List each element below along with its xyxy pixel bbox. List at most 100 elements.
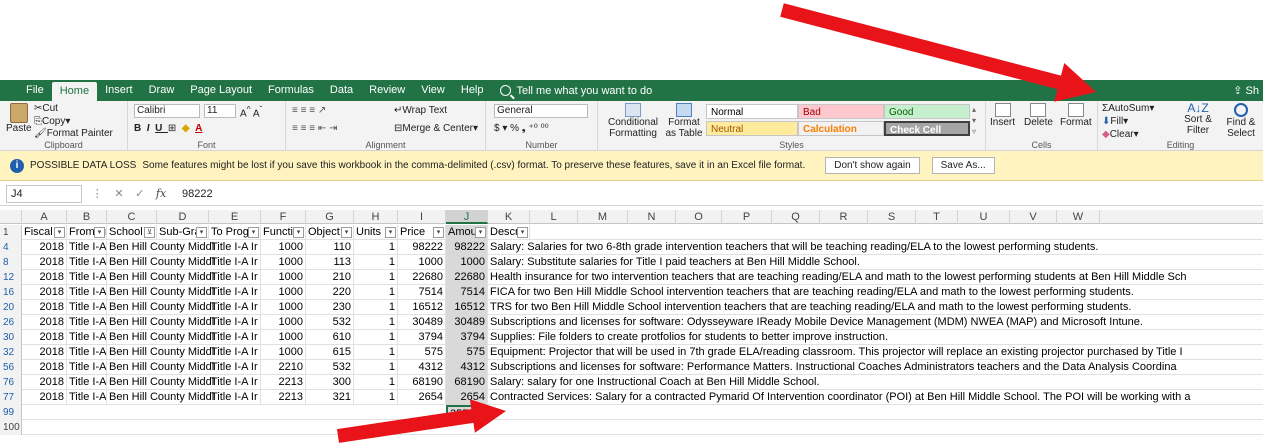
header-cell[interactable]: School ⊻ [107, 225, 157, 240]
filter-dropdown-icon[interactable]: ▾ [54, 227, 65, 238]
header-cell[interactable]: From Pr ▾ [67, 225, 107, 240]
cell-f[interactable]: 2213 [261, 375, 306, 390]
column-header-h[interactable]: H [354, 210, 398, 224]
column-header-v[interactable]: V [1010, 210, 1057, 224]
filter-dropdown-icon[interactable]: ▾ [94, 227, 105, 238]
header-cell[interactable]: Functio ▾ [261, 225, 306, 240]
cell-a[interactable]: 2018 [22, 270, 67, 285]
cell-j[interactable]: 3794 [446, 330, 488, 345]
cell-school[interactable]: Ben Hill County Middl [107, 285, 214, 300]
style-check-cell[interactable]: Check Cell [884, 121, 970, 136]
column-header-s[interactable]: S [868, 210, 916, 224]
styles-scroll[interactable]: ▴ ▾ ▿ [972, 104, 976, 137]
wrap-text-button[interactable]: ↵ Wrap Text [394, 105, 447, 116]
cell-a[interactable]: 2018 [22, 360, 67, 375]
filter-dropdown-icon[interactable]: ▾ [385, 227, 396, 238]
tab-draw[interactable]: Draw [141, 80, 183, 101]
style-good[interactable]: Good [884, 104, 970, 119]
font-grow-shrink[interactable]: A^ Aˇ [240, 104, 262, 119]
cell-j[interactable]: 30489 [446, 315, 488, 330]
cell-a[interactable]: 2018 [22, 315, 67, 330]
cell-b[interactable]: Title I-A Ir [67, 360, 107, 375]
style-bad[interactable]: Bad [798, 104, 884, 119]
paste-button[interactable]: Paste [6, 103, 32, 134]
cell-description[interactable]: Subscriptions and licenses for software:… [488, 315, 1263, 330]
cell-i[interactable]: 98222 [398, 240, 446, 255]
save-as-button[interactable]: Save As... [931, 157, 995, 174]
cell-g[interactable]: 610 [306, 330, 354, 345]
cell-f[interactable]: 1000 [261, 345, 306, 360]
cell-description[interactable]: Equipment: Projector that will be used i… [488, 345, 1263, 360]
header-cell[interactable]: Units ▾ [354, 225, 398, 240]
filter-dropdown-icon[interactable]: ▾ [196, 227, 207, 238]
cell-g[interactable]: 110 [306, 240, 354, 255]
cell-school[interactable]: Ben Hill County Middl [107, 270, 214, 285]
cell-j[interactable]: 7514 [446, 285, 488, 300]
cell-j[interactable]: 16512 [446, 300, 488, 315]
cell-g[interactable]: 220 [306, 285, 354, 300]
cell-a[interactable]: 2018 [22, 300, 67, 315]
cell-description[interactable]: Health insurance for two intervention te… [488, 270, 1263, 285]
cell-b[interactable]: Title I-A Ir [67, 285, 107, 300]
tab-help[interactable]: Help [453, 80, 492, 101]
format-as-table-button[interactable]: Format as Table [664, 103, 704, 139]
autosum-button[interactable]: Σ AutoSum ▾ [1102, 103, 1154, 114]
cell-g[interactable]: 230 [306, 300, 354, 315]
cell-school[interactable]: Ben Hill County Middl [107, 360, 214, 375]
column-header-j[interactable]: J [446, 210, 488, 224]
cell-e[interactable]: Title I-A Ir [209, 375, 261, 390]
format-painter-button[interactable]: 🖌 Format Painter [34, 128, 113, 139]
tab-formulas[interactable]: Formulas [260, 80, 322, 101]
copy-button[interactable]: ⎘ Copy ▾ [34, 116, 70, 127]
column-header-o[interactable]: O [676, 210, 722, 224]
column-header-r[interactable]: R [820, 210, 868, 224]
column-header-f[interactable]: F [261, 210, 306, 224]
sum-cell[interactable]: 255942 [446, 405, 488, 420]
style-neutral[interactable]: Neutral [706, 121, 798, 136]
number-format-select[interactable]: General [494, 104, 588, 118]
cell-a[interactable]: 2018 [22, 375, 67, 390]
cell-description[interactable]: Salary: Salaries for two 6-8th grade int… [488, 240, 1263, 255]
cell-description[interactable]: Salary: salary for one Instructional Coa… [488, 375, 1263, 390]
cell-j[interactable]: 98222 [446, 240, 488, 255]
style-normal[interactable]: Normal [706, 104, 798, 119]
number-format-buttons[interactable]: $ ▾ % ❟ ⁺⁰ ⁰⁰ [494, 123, 549, 134]
cell-description[interactable]: Subscriptions and licenses for software:… [488, 360, 1263, 375]
tab-page-layout[interactable]: Page Layout [182, 80, 260, 101]
cell-a[interactable]: 2018 [22, 390, 67, 405]
filter-dropdown-icon[interactable]: ▾ [517, 227, 528, 238]
cell-b[interactable]: Title I-A Ir [67, 330, 107, 345]
select-all-corner[interactable] [0, 210, 22, 224]
insert-function-icon[interactable]: fx [156, 187, 166, 200]
cell-e[interactable]: Title I-A Ir [209, 240, 261, 255]
cell-school[interactable]: Ben Hill County Middl [107, 315, 214, 330]
tab-home[interactable]: Home [51, 82, 98, 101]
row-header[interactable]: 1 [0, 225, 22, 240]
cell-description[interactable]: FICA for two Ben Hill Middle School inte… [488, 285, 1263, 300]
cell-e[interactable]: Title I-A Ir [209, 255, 261, 270]
cell-f[interactable]: 1000 [261, 285, 306, 300]
row-header[interactable]: 32 [0, 345, 22, 360]
tab-data[interactable]: Data [322, 80, 361, 101]
cell-g[interactable]: 210 [306, 270, 354, 285]
bold-icon[interactable]: B [134, 123, 147, 134]
vertical-align-icons[interactable]: ≡ ≡ ≡ ↗ [292, 105, 326, 116]
header-cell[interactable]: Amount ▾ [446, 225, 488, 240]
tab-view[interactable]: View [413, 80, 453, 101]
cell-b[interactable]: Title I-A Ir [67, 390, 107, 405]
column-header-e[interactable]: E [209, 210, 261, 224]
row-header[interactable]: 30 [0, 330, 22, 345]
font-format-buttons[interactable]: B I U ⊞ ◆ A [134, 123, 202, 134]
row-header[interactable]: 12 [0, 270, 22, 285]
column-header-b[interactable]: B [67, 210, 107, 224]
cell-e[interactable]: Title I-A Ir [209, 270, 261, 285]
cell-description[interactable]: Salary: Substitute salaries for Title I … [488, 255, 1263, 270]
cell-h[interactable]: 1 [354, 240, 398, 255]
enter-icon[interactable]: ✓ [135, 187, 144, 200]
cell-b[interactable]: Title I-A Ir [67, 270, 107, 285]
cell-i[interactable]: 30489 [398, 315, 446, 330]
name-box[interactable]: J4 [6, 184, 82, 203]
cell-j[interactable]: 575 [446, 345, 488, 360]
cell-h[interactable]: 1 [354, 375, 398, 390]
row-header[interactable]: 16 [0, 285, 22, 300]
